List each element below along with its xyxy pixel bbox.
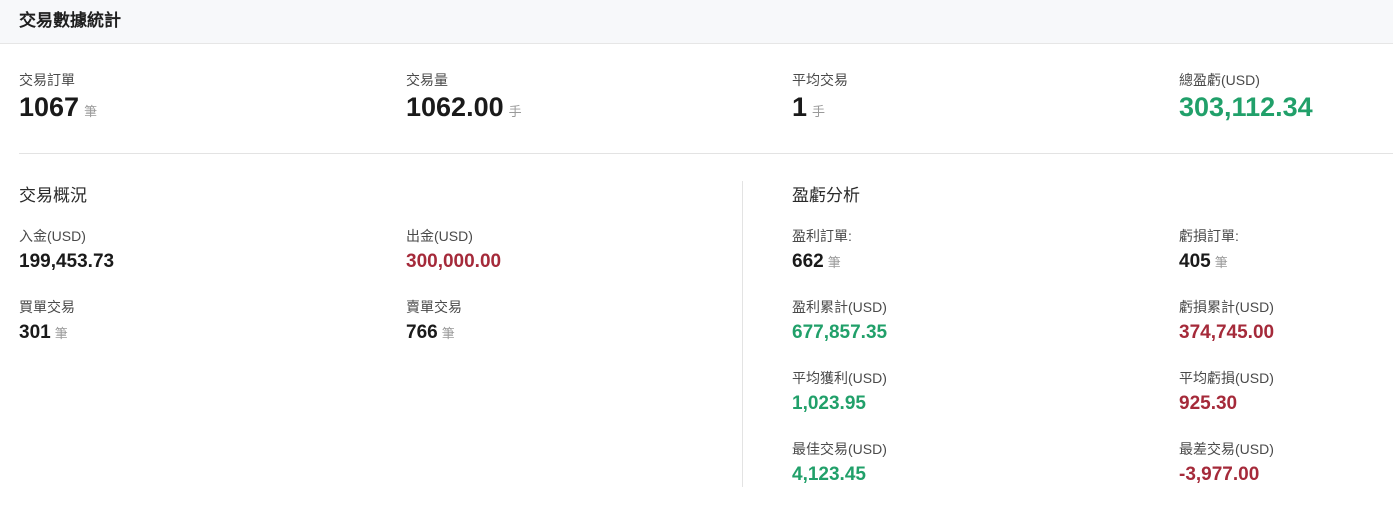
summary-divider xyxy=(19,153,1393,154)
loss-orders-unit: 筆 xyxy=(1214,255,1228,270)
profit-orders-unit: 筆 xyxy=(827,255,841,270)
profit-total-value: 677,857.35 xyxy=(792,322,888,343)
avg-profit-value: 1,023.95 xyxy=(792,393,866,414)
pl-avg-profit: 平均獲利(USD) 1,023.95 xyxy=(792,370,887,415)
loss-total-value: 374,745.00 xyxy=(1179,322,1275,343)
stat-orders-label: 交易訂單 xyxy=(19,72,75,88)
page-header: 交易數據統計 xyxy=(0,0,1393,44)
stat-total-pl-label: 總盈虧(USD) xyxy=(1179,72,1260,88)
stat-volume: 交易量 1062.00 手 xyxy=(406,72,522,122)
avg-loss-value: 925.30 xyxy=(1179,393,1238,414)
avg-loss-label: 平均虧損(USD) xyxy=(1179,370,1274,386)
pl-loss-orders: 虧損訂單: 405 筆 xyxy=(1179,228,1239,273)
deposit-value: 199,453.73 xyxy=(19,251,115,272)
page-title: 交易數據統計 xyxy=(19,11,121,30)
stat-volume-unit: 手 xyxy=(508,104,522,119)
stat-total-pl: 總盈虧(USD) 303,112.34 xyxy=(1179,72,1313,122)
stat-orders: 交易訂單 1067 筆 xyxy=(19,72,97,122)
buy-orders-unit: 筆 xyxy=(54,326,68,341)
best-trade-label: 最佳交易(USD) xyxy=(792,441,887,457)
loss-orders-label: 虧損訂單: xyxy=(1179,228,1239,244)
section-divider xyxy=(742,181,743,487)
overview-deposit: 入金(USD) 199,453.73 xyxy=(19,228,114,273)
stat-orders-unit: 筆 xyxy=(84,104,98,119)
sell-orders-value: 766 xyxy=(406,322,438,343)
buy-orders-label: 買單交易 xyxy=(19,299,75,315)
worst-trade-label: 最差交易(USD) xyxy=(1179,441,1274,457)
stat-volume-label: 交易量 xyxy=(406,72,448,88)
buy-orders-value: 301 xyxy=(19,322,51,343)
sell-orders-label: 賣單交易 xyxy=(406,299,462,315)
sell-orders-unit: 筆 xyxy=(441,326,455,341)
pl-profit-orders: 盈利訂單: 662 筆 xyxy=(792,228,852,273)
pl-analysis-title: 盈虧分析 xyxy=(792,186,860,205)
profit-orders-value: 662 xyxy=(792,251,824,272)
best-trade-value: 4,123.45 xyxy=(792,464,866,485)
worst-trade-value: -3,977.00 xyxy=(1179,464,1260,485)
pl-avg-loss: 平均虧損(USD) 925.30 xyxy=(1179,370,1274,415)
withdraw-value: 300,000.00 xyxy=(406,251,502,272)
stat-avg-trade-label: 平均交易 xyxy=(792,72,848,88)
pl-profit-total: 盈利累計(USD) 677,857.35 xyxy=(792,299,887,344)
pl-best-trade: 最佳交易(USD) 4,123.45 xyxy=(792,441,887,486)
overview-buy-orders: 買單交易 301 筆 xyxy=(19,299,75,344)
loss-total-label: 虧損累計(USD) xyxy=(1179,299,1274,315)
overview-sell-orders: 賣單交易 766 筆 xyxy=(406,299,462,344)
pl-loss-total: 虧損累計(USD) 374,745.00 xyxy=(1179,299,1274,344)
deposit-label: 入金(USD) xyxy=(19,228,86,244)
overview-title: 交易概況 xyxy=(19,186,87,205)
overview-withdraw: 出金(USD) 300,000.00 xyxy=(406,228,501,273)
profit-total-label: 盈利累計(USD) xyxy=(792,299,887,315)
stat-total-pl-value: 303,112.34 xyxy=(1179,92,1313,122)
profit-orders-label: 盈利訂單: xyxy=(792,228,852,244)
stat-avg-trade-value: 1 xyxy=(792,92,808,122)
loss-orders-value: 405 xyxy=(1179,251,1211,272)
avg-profit-label: 平均獲利(USD) xyxy=(792,370,887,386)
withdraw-label: 出金(USD) xyxy=(406,228,473,244)
stat-orders-value: 1067 xyxy=(19,92,80,122)
summary-stats: 交易訂單 1067 筆 交易量 1062.00 手 平均交易 1手 總盈虧(USD)… xyxy=(0,44,1393,154)
stat-avg-trade-unit: 手 xyxy=(812,104,826,119)
pl-worst-trade: 最差交易(USD) -3,977.00 xyxy=(1179,441,1274,486)
stat-volume-value: 1062.00 xyxy=(406,92,504,122)
stat-avg-trade: 平均交易 1手 xyxy=(792,72,848,122)
